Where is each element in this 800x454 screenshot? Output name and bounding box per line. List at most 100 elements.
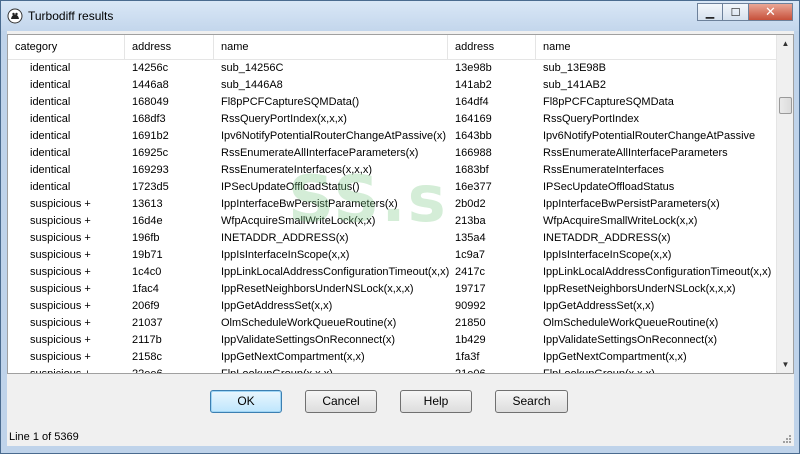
- title-bar[interactable]: Turbodiff results ▁ ☐ ✕: [1, 1, 799, 31]
- cell-name-1: IppGetNextCompartment(x,x): [221, 351, 365, 363]
- cell-category: suspicious +: [30, 232, 91, 244]
- cell-category: identical: [30, 147, 71, 159]
- cell-address-1: 19b71: [132, 249, 163, 261]
- table-row[interactable]: identical 168049 Fl8pPCFCaptureSQMData() 16…: [8, 94, 776, 111]
- table-row[interactable]: suspicious + 22ee6 FlpLookupGroup(x,x,x) 21…: [8, 366, 776, 374]
- status-bar: Line 1 of 5369: [7, 428, 794, 446]
- cell-name-2: IppResetNeighborsUnderNSLock(x,x,x): [543, 283, 736, 295]
- table-row[interactable]: suspicious + 206f9 IppGetAddressSet(x,x) 90…: [8, 298, 776, 315]
- column-header-name-2[interactable]: name: [536, 35, 776, 60]
- cell-name-2: OlmScheduleWorkQueueRoutine(x): [543, 317, 719, 329]
- table-row[interactable]: suspicious + 19b71 IppIsInterfaceInScope(x…: [8, 247, 776, 264]
- scroll-thumb[interactable]: [779, 97, 792, 114]
- cell-address-2: 90992: [455, 300, 486, 312]
- window-title: Turbodiff results: [28, 9, 114, 23]
- table-row[interactable]: suspicious + 21037 OlmScheduleWorkQueueRou…: [8, 315, 776, 332]
- maximize-button[interactable]: ☐: [723, 3, 749, 21]
- cell-category: suspicious +: [30, 368, 91, 374]
- cell-name-1: WfpAcquireSmallWriteLock(x,x): [221, 215, 376, 227]
- cell-name-2: sub_13E98B: [543, 62, 606, 74]
- ok-button[interactable]: OK: [210, 390, 282, 413]
- cell-category: identical: [30, 62, 71, 74]
- cell-name-1: IppInterfaceBwPersistParameters(x): [221, 198, 398, 210]
- close-button[interactable]: ✕: [749, 3, 793, 21]
- cell-address-2: 1fa3f: [455, 351, 480, 363]
- cell-category: suspicious +: [30, 351, 91, 363]
- cell-category: identical: [30, 130, 71, 142]
- table-row[interactable]: suspicious + 1c4c0 IppLinkLocalAddressConf…: [8, 264, 776, 281]
- cell-name-2: FlpLookupGroup(x,x,x): [543, 368, 655, 374]
- table-row[interactable]: identical 14256c sub_14256C 13e98b sub_13E98…: [8, 60, 776, 77]
- cell-address-2: 2417c: [455, 266, 485, 278]
- cell-name-1: sub_1446A8: [221, 79, 283, 91]
- table-row[interactable]: identical 169293 RssEnumerateInterfaces(x,…: [8, 162, 776, 179]
- resize-grip-icon[interactable]: [782, 434, 792, 444]
- table-row[interactable]: identical 1723d5 IPSecUpdateOffloadStatus(…: [8, 179, 776, 196]
- cell-address-2: 213ba: [455, 215, 486, 227]
- cell-address-1: 168df3: [132, 113, 166, 125]
- cell-name-1: OlmScheduleWorkQueueRoutine(x): [221, 317, 397, 329]
- table-row[interactable]: suspicious + 196fb INETADDR_ADDRESS(x) 135a…: [8, 230, 776, 247]
- table-row[interactable]: suspicious + 1fac4 IppResetNeighborsUnderN…: [8, 281, 776, 298]
- cell-name-2: INETADDR_ADDRESS(x): [543, 232, 671, 244]
- cell-category: identical: [30, 79, 71, 91]
- cell-name-2: sub_141AB2: [543, 79, 606, 91]
- scroll-up-arrow-icon[interactable]: ▲: [777, 35, 793, 52]
- table-row[interactable]: identical 1691b2 Ipv6NotifyPotentialRouter…: [8, 128, 776, 145]
- cell-category: suspicious +: [30, 300, 91, 312]
- cell-address-2: 135a4: [455, 232, 486, 244]
- cell-name-1: IPSecUpdateOffloadStatus(): [221, 181, 360, 193]
- cell-address-1: 16d4e: [132, 215, 163, 227]
- cancel-button[interactable]: Cancel: [305, 390, 377, 413]
- help-button[interactable]: Help: [400, 390, 472, 413]
- table-row[interactable]: suspicious + 2158c IppGetNextCompartment(x…: [8, 349, 776, 366]
- column-header-name-1[interactable]: name: [214, 35, 448, 60]
- cell-address-1: 16925c: [132, 147, 169, 159]
- column-header-address-2[interactable]: address: [448, 35, 536, 60]
- search-button[interactable]: Search: [495, 390, 568, 413]
- scroll-down-arrow-icon[interactable]: ▼: [777, 356, 793, 373]
- cell-name-1: FlpLookupGroup(x,x,x): [221, 368, 333, 374]
- column-header-address-1[interactable]: address: [125, 35, 214, 60]
- cell-address-2: 2b0d2: [455, 198, 486, 210]
- table-row[interactable]: identical 168df3 RssQueryPortIndex(x,x,x) 1…: [8, 111, 776, 128]
- cell-address-1: 168049: [132, 96, 169, 108]
- cell-name-1: RssEnumerateAllInterfaceParameters(x): [221, 147, 419, 159]
- cell-category: suspicious +: [30, 334, 91, 346]
- cell-name-2: WfpAcquireSmallWriteLock(x,x): [543, 215, 698, 227]
- cell-name-1: RssEnumerateInterfaces(x,x,x): [221, 164, 372, 176]
- cell-address-1: 22ee6: [132, 368, 163, 374]
- cell-address-2: 21e06: [455, 368, 486, 374]
- cell-address-1: 2158c: [132, 351, 162, 363]
- cell-address-2: 19717: [455, 283, 486, 295]
- cell-address-1: 21037: [132, 317, 163, 329]
- table-row[interactable]: identical 16925c RssEnumerateAllInterfaceP…: [8, 145, 776, 162]
- table-row[interactable]: suspicious + 13613 IppInterfaceBwPersistPa…: [8, 196, 776, 213]
- cell-name-2: RssEnumerateAllInterfaceParameters: [543, 147, 728, 159]
- cell-category: suspicious +: [30, 215, 91, 227]
- cell-name-1: IppGetAddressSet(x,x): [221, 300, 333, 312]
- cell-name-2: IppLinkLocalAddressConfigurationTimeout(…: [543, 266, 772, 278]
- table-row[interactable]: identical 1446a8 sub_1446A8 141ab2 sub_141AB…: [8, 77, 776, 94]
- cell-category: identical: [30, 164, 71, 176]
- cell-address-2: 1643bb: [455, 130, 492, 142]
- cell-name-1: IppResetNeighborsUnderNSLock(x,x,x): [221, 283, 414, 295]
- cell-name-1: IppLinkLocalAddressConfigurationTimeout(…: [221, 266, 450, 278]
- cell-address-1: 196fb: [132, 232, 160, 244]
- results-list[interactable]: category address name address name ident…: [7, 34, 794, 374]
- dialog-client-area: category address name address name ident…: [7, 31, 794, 446]
- turbodiff-results-window: Turbodiff results ▁ ☐ ✕ category address…: [0, 0, 800, 454]
- cell-name-1: IppIsInterfaceInScope(x,x): [221, 249, 350, 261]
- cell-address-2: 1b429: [455, 334, 486, 346]
- table-row[interactable]: suspicious + 2117b IppValidateSettingsOnRe…: [8, 332, 776, 349]
- cell-address-1: 1691b2: [132, 130, 169, 142]
- minimize-button[interactable]: ▁: [697, 3, 723, 21]
- cell-name-2: RssQueryPortIndex: [543, 113, 639, 125]
- table-row[interactable]: suspicious + 16d4e WfpAcquireSmallWriteLoc…: [8, 213, 776, 230]
- cell-address-2: 166988: [455, 147, 492, 159]
- vertical-scrollbar[interactable]: ▲ ▼: [776, 35, 793, 373]
- column-header-category[interactable]: category: [8, 35, 125, 60]
- cell-address-2: 13e98b: [455, 62, 492, 74]
- app-logo-icon: [7, 8, 23, 24]
- cell-name-1: sub_14256C: [221, 62, 284, 74]
